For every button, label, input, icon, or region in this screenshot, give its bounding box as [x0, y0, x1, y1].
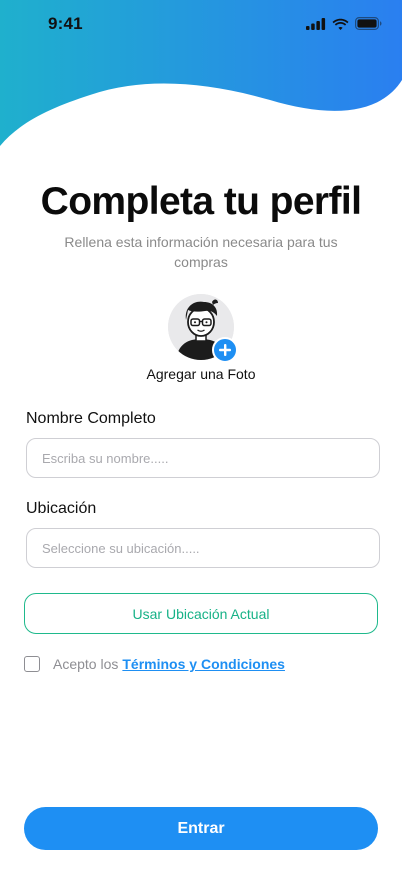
- status-icons: [306, 17, 382, 30]
- location-label: Ubicación: [26, 500, 97, 517]
- name-label: Nombre Completo: [26, 410, 156, 427]
- location-input[interactable]: [26, 528, 380, 568]
- status-bar: 9:41: [0, 0, 402, 54]
- terms-checkbox[interactable]: [24, 656, 40, 672]
- name-input[interactable]: [26, 438, 380, 478]
- enter-button[interactable]: Entrar: [24, 807, 378, 850]
- plus-icon[interactable]: [212, 337, 238, 363]
- profile-completion-screen: 9:41 Completa tu perfil Rellena esta inf…: [0, 0, 402, 874]
- wifi-icon: [332, 18, 349, 30]
- plus-glyph: [219, 344, 231, 356]
- enter-button-label: Entrar: [177, 819, 225, 837]
- add-photo-button[interactable]: [168, 294, 238, 364]
- cellular-signal-icon: [306, 17, 326, 30]
- page-title: Completa tu perfil: [40, 180, 362, 223]
- battery-icon: [355, 17, 382, 30]
- page-subtitle: Rellena esta información necesaria para …: [64, 234, 338, 270]
- terms-link[interactable]: Términos y Condiciones: [122, 656, 285, 672]
- terms-row: Acepto los Términos y Condiciones: [24, 656, 285, 672]
- use-current-location-label: Usar Ubicación Actual: [132, 605, 270, 622]
- status-time: 9:41: [48, 14, 83, 33]
- terms-prefix: Acepto los: [53, 656, 119, 672]
- add-photo-label: Agregar una Foto: [146, 366, 256, 382]
- use-current-location-button[interactable]: Usar Ubicación Actual: [24, 593, 378, 634]
